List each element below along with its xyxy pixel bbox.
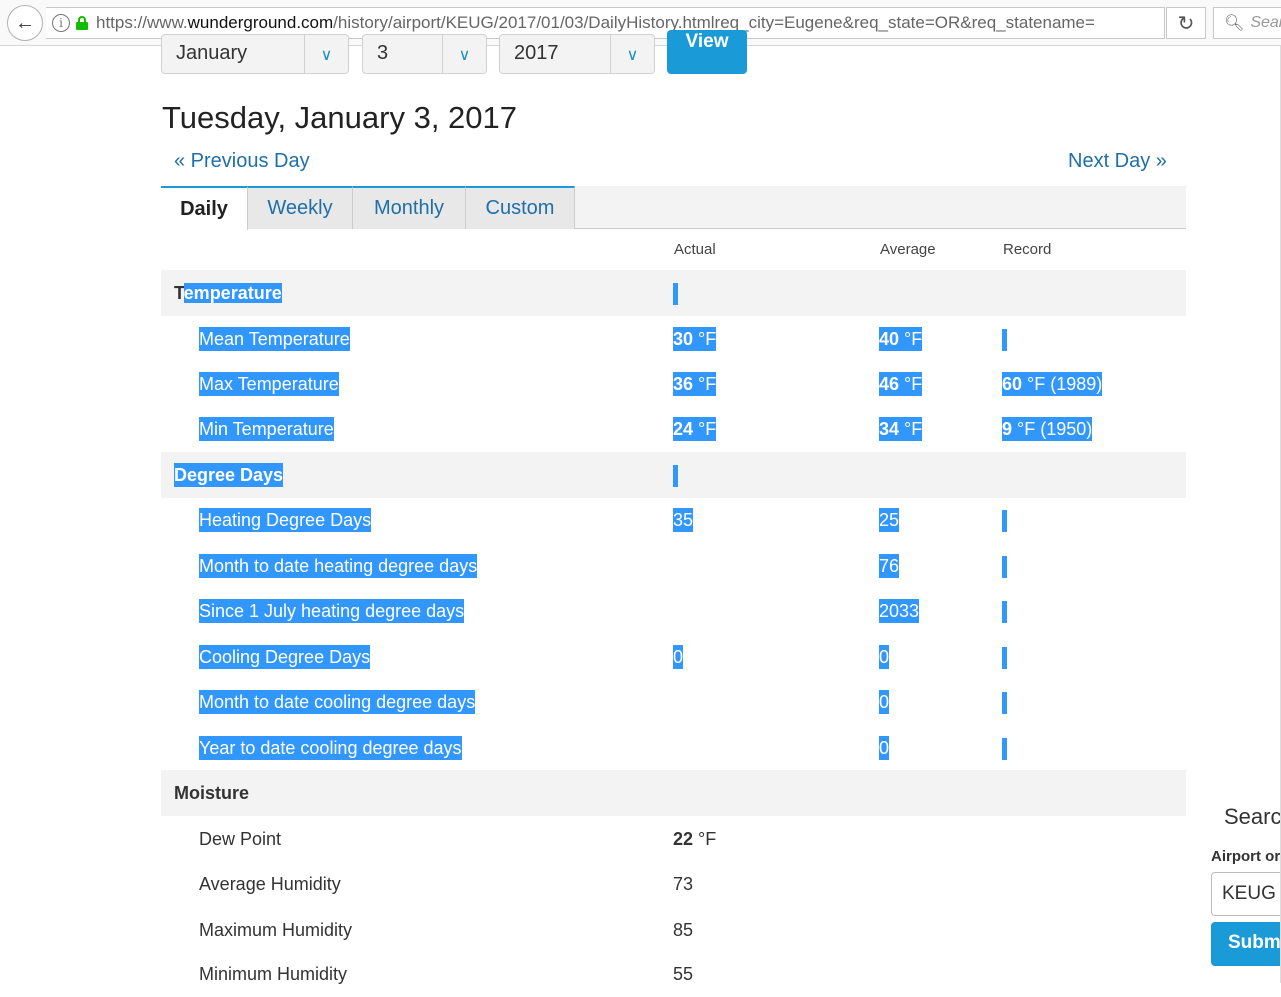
selection-caret <box>1002 736 1007 761</box>
tab-daily[interactable]: Daily <box>161 186 248 230</box>
previous-day-link[interactable]: « Previous Day <box>174 150 310 173</box>
column-header-average: Average <box>880 241 936 258</box>
table-row: Min Temperature 24 °F 34 °F 9 °F (1950) <box>161 406 1186 452</box>
row-label: Mean Temperature <box>199 327 350 351</box>
table-row: Month to date cooling degree days 0 <box>161 679 1186 725</box>
actual-value: 36 °F <box>673 372 717 396</box>
info-icon[interactable]: i <box>52 14 70 32</box>
row-label: Average Humidity <box>199 874 341 894</box>
table-row: Average Humidity 73 <box>161 861 1186 907</box>
average-value: 76 <box>879 554 900 578</box>
table-row: Minimum Humidity 55 <box>161 951 1186 997</box>
average-value: 2033 <box>879 599 920 623</box>
actual-value: 0 <box>673 645 684 669</box>
selection-caret <box>1002 508 1007 533</box>
table-row: Maximum Humidity 85 <box>161 907 1186 953</box>
history-tabs: Daily Weekly Monthly Custom <box>161 186 1186 230</box>
selection-caret <box>1002 327 1007 352</box>
side-search-title: Searc <box>1224 804 1281 829</box>
table-row: Max Temperature 36 °F 46 °F 60 °F (1989) <box>161 361 1186 407</box>
row-label: Min Temperature <box>199 417 334 441</box>
table-row: Since 1 July heating degree days 2033 <box>161 588 1186 634</box>
tab-monthly[interactable]: Monthly <box>353 186 466 229</box>
table-row: Month to date heating degree days 76 <box>161 543 1186 589</box>
row-label: Minimum Humidity <box>199 964 348 984</box>
section-label: Temperature <box>174 283 282 303</box>
row-label: Since 1 July heating degree days <box>199 599 465 623</box>
section-label: Degree Days <box>174 463 284 487</box>
average-value: 25 <box>879 508 900 532</box>
table-row: Dew Point 22 °F <box>161 816 1186 862</box>
side-search-label: Airport or <box>1211 848 1281 865</box>
row-label: Max Temperature <box>199 372 339 396</box>
day-select[interactable]: 3 ∨ <box>362 34 487 74</box>
url-text[interactable]: https://www.wunderground.com/history/air… <box>96 13 1095 33</box>
average-value: 46 °F <box>879 372 923 396</box>
browser-search-input[interactable]: 🔍︎ Sear <box>1213 7 1281 39</box>
chevron-down-icon: ∨ <box>610 35 654 73</box>
actual-value: 35 <box>673 508 694 532</box>
record-value: 9 °F (1950) <box>1002 417 1093 441</box>
table-row: Mean Temperature 30 °F 40 °F <box>161 316 1186 362</box>
reload-icon[interactable]: ↻ <box>1166 7 1206 39</box>
section-row-temperature: Temperature <box>161 270 1186 316</box>
average-value: 40 °F <box>879 327 923 351</box>
table-row: Year to date cooling degree days 0 <box>161 725 1186 771</box>
selection-caret <box>1002 645 1007 670</box>
row-label: Cooling Degree Days <box>199 645 371 669</box>
actual-value: 30 °F <box>673 327 717 351</box>
record-value: 60 °F (1989) <box>1002 372 1103 396</box>
table-row: Heating Degree Days 35 25 <box>161 497 1186 543</box>
actual-value: 85 <box>673 920 694 940</box>
selection-caret <box>1002 554 1007 579</box>
search-icon: 🔍︎ <box>1224 15 1245 32</box>
actual-value: 55 <box>673 964 694 984</box>
average-value: 0 <box>879 690 890 714</box>
tab-custom[interactable]: Custom <box>466 186 575 229</box>
tab-weekly[interactable]: Weekly <box>248 186 353 229</box>
section-row-degree-days: Degree Days <box>161 452 1186 498</box>
average-value: 0 <box>879 736 890 760</box>
row-label: Heating Degree Days <box>199 508 372 532</box>
year-select[interactable]: 2017 ∨ <box>499 34 655 74</box>
actual-value: 24 °F <box>673 417 717 441</box>
row-label: Dew Point <box>199 829 282 849</box>
selection-caret <box>1002 690 1007 715</box>
row-label: Year to date cooling degree days <box>199 736 462 760</box>
view-button[interactable]: View <box>667 30 747 74</box>
column-header-actual: Actual <box>674 241 716 258</box>
chevron-down-icon: ∨ <box>304 35 348 73</box>
row-label: Maximum Humidity <box>199 920 353 940</box>
next-day-link[interactable]: Next Day » <box>1068 150 1167 173</box>
section-row-moisture: Moisture <box>161 770 1186 816</box>
table-row: Cooling Degree Days 0 0 <box>161 634 1186 680</box>
submit-button[interactable]: Subm <box>1211 922 1281 966</box>
row-label: Month to date heating degree days <box>199 554 478 578</box>
average-value: 0 <box>879 645 890 669</box>
lock-icon[interactable] <box>76 16 88 30</box>
actual-value: 73 <box>673 874 694 894</box>
back-arrow-icon[interactable]: ← <box>7 5 43 41</box>
page-title: Tuesday, January 3, 2017 <box>162 100 518 135</box>
selection-caret <box>673 463 678 488</box>
row-label: Month to date cooling degree days <box>199 690 476 714</box>
section-label: Moisture <box>174 783 250 803</box>
selection-caret <box>673 281 678 306</box>
column-header-record: Record <box>1003 241 1052 258</box>
airport-search-input[interactable]: KEUG <box>1211 872 1281 916</box>
month-select[interactable]: January ∨ <box>161 34 349 74</box>
actual-value: 22 °F <box>673 829 717 849</box>
chevron-down-icon: ∨ <box>442 35 486 73</box>
average-value: 34 °F <box>879 417 923 441</box>
selection-caret <box>1002 599 1007 624</box>
